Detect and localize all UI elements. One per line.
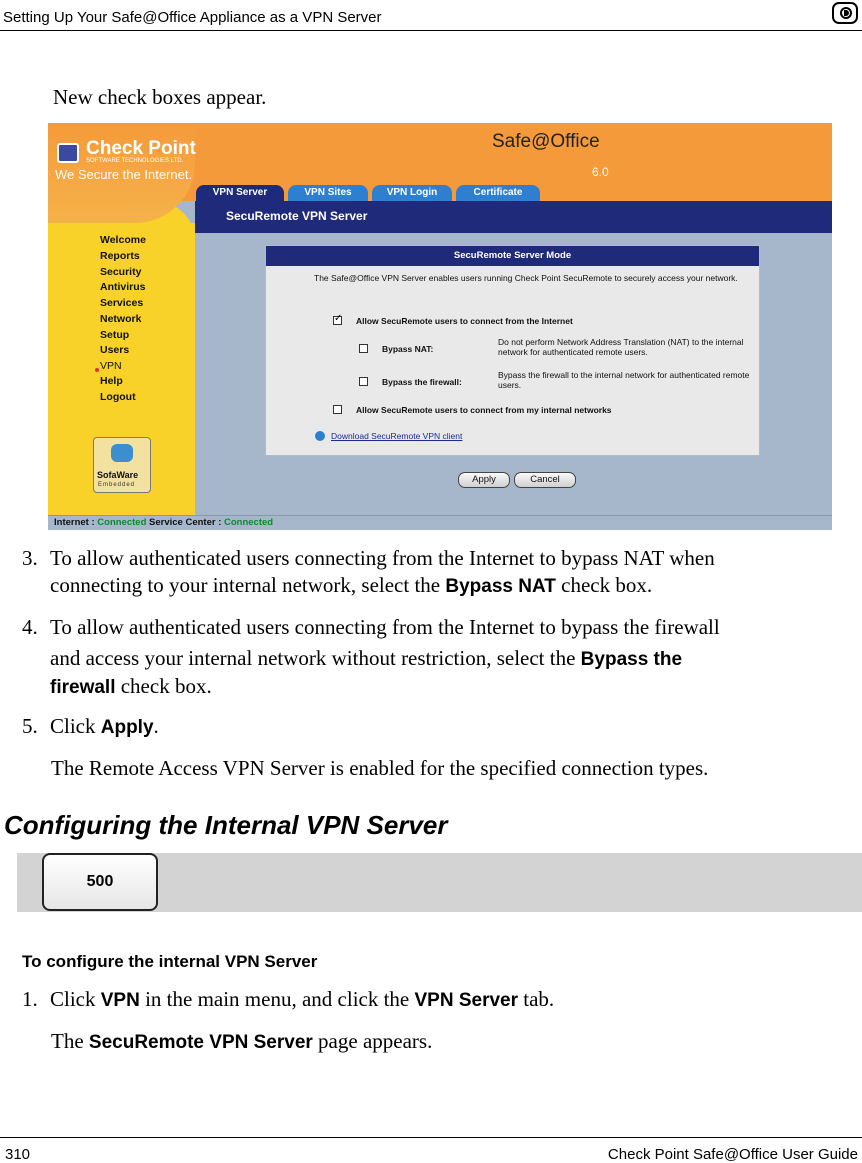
step-5-result: The Remote Access VPN Server is enabled … — [51, 756, 709, 780]
nav-welcome[interactable]: Welcome — [100, 234, 146, 246]
page-title-bar: SecuRemote VPN Server — [195, 201, 832, 233]
bypass-firewall-description: Bypass the firewall to the internal netw… — [498, 370, 750, 390]
bypass-firewall-checkbox[interactable] — [359, 377, 368, 386]
bypass-firewall-label: Bypass the firewall: — [382, 377, 462, 387]
brand-tagline: We Secure the Internet. — [55, 167, 193, 182]
nav-setup[interactable]: Setup — [100, 329, 129, 341]
section-heading: Configuring the Internal VPN Server — [4, 810, 448, 840]
step-4-line-2: and access your internal network without… — [50, 646, 683, 670]
brand-sub: SOFTWARE TECHNOLOGIES LTD. — [86, 158, 184, 164]
allow-internal-checkbox[interactable] — [333, 405, 342, 414]
apply-button[interactable]: Apply — [458, 472, 510, 488]
step-3-number: 3. — [22, 546, 38, 570]
tab-vpn-server[interactable]: VPN Server — [196, 185, 284, 201]
bypass-nat-label: Bypass NAT: — [382, 344, 434, 354]
procedure-heading: To configure the internal VPN Server — [22, 952, 318, 971]
sofa-icon — [111, 444, 133, 462]
nav-reports[interactable]: Reports — [100, 250, 140, 262]
step-1-result: The SecuRemote VPN Server page appears. — [51, 1029, 433, 1053]
panel-title: SecuRemote Server Mode — [266, 246, 759, 266]
shot-page-title: SecuRemote VPN Server — [226, 209, 368, 223]
step-1-number: 1. — [22, 987, 38, 1011]
allow-internet-checkbox[interactable] — [333, 313, 342, 325]
nav-logout[interactable]: Logout — [100, 391, 136, 403]
service-center-status: Connected — [224, 517, 274, 528]
step-5-text: Click Apply. — [50, 714, 159, 738]
tab-vpn-login[interactable]: VPN Login — [372, 185, 452, 201]
bypass-nat-description: Do not perform Network Address Translati… — [498, 337, 744, 357]
nav-network[interactable]: Network — [100, 313, 141, 325]
footer-rule — [0, 1137, 862, 1138]
step-3-line-2: connecting to your internal network, sel… — [50, 573, 653, 597]
guide-title: Check Point Safe@Office User Guide — [607, 1146, 858, 1163]
header-title: Setting Up Your Safe@Office Appliance as… — [3, 9, 382, 26]
nav-help[interactable]: Help — [100, 375, 123, 387]
download-client-link[interactable]: Download SecuRemote VPN client — [331, 431, 462, 441]
appliance-icon — [832, 2, 858, 24]
screenshot-vpn-server: Check Point SOFTWARE TECHNOLOGIES LTD. W… — [48, 123, 832, 530]
sofaware-logo: SofaWare Embedded — [93, 437, 151, 493]
allow-internal-label: Allow SecuRemote users to connect from m… — [356, 405, 612, 415]
allow-internet-label: Allow SecuRemote users to connect from t… — [356, 316, 573, 326]
active-bullet-icon — [95, 368, 99, 372]
step-4-line-1: To allow authenticated users connecting … — [50, 615, 720, 639]
step-4-line-3: firewall check box. — [50, 674, 212, 698]
step-5-number: 5. — [22, 714, 38, 738]
download-icon — [315, 431, 325, 441]
server-mode-panel: SecuRemote Server Mode The Safe@Office V… — [265, 245, 760, 456]
nav-users[interactable]: Users — [100, 344, 129, 356]
tab-vpn-sites[interactable]: VPN Sites — [288, 185, 368, 201]
brand-name: Check Point — [86, 138, 196, 159]
nav-security[interactable]: Security — [100, 266, 141, 278]
status-bar: Internet : Connected Service Center : Co… — [48, 515, 832, 530]
internet-status: Connected — [97, 517, 147, 528]
product-title: Safe@Office — [492, 131, 600, 152]
step-3-line-1: To allow authenticated users connecting … — [50, 546, 715, 570]
intro-text: New check boxes appear. — [53, 85, 267, 109]
page-number: 310 — [5, 1146, 31, 1163]
nav-services[interactable]: Services — [100, 297, 143, 309]
model-500-badge: 500 — [42, 853, 158, 911]
product-version: 6.0 — [592, 165, 609, 179]
step-4-number: 4. — [22, 615, 38, 639]
step-1-text: Click VPN in the main menu, and click th… — [50, 987, 555, 1011]
bypass-nat-checkbox[interactable] — [359, 344, 368, 353]
checkpoint-logo-icon — [57, 143, 79, 163]
page-header: Setting Up Your Safe@Office Appliance as… — [0, 0, 862, 31]
cancel-button[interactable]: Cancel — [514, 472, 576, 488]
tab-certificate[interactable]: Certificate — [456, 185, 540, 201]
nav-antivirus[interactable]: Antivirus — [100, 281, 146, 293]
nav-vpn[interactable]: VPN — [100, 360, 122, 372]
panel-description: The Safe@Office VPN Server enables users… — [314, 273, 738, 283]
